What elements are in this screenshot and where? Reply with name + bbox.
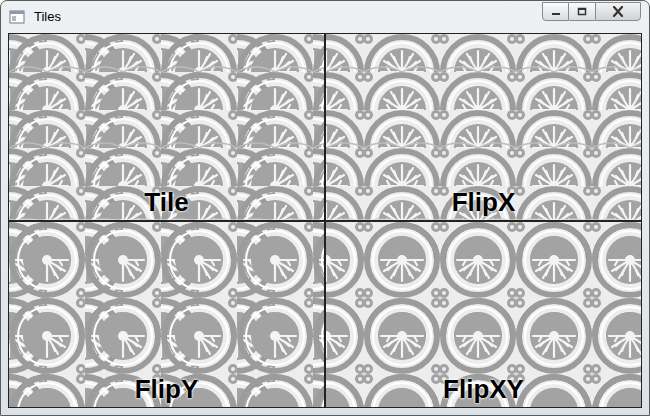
maximize-button[interactable] xyxy=(569,2,595,21)
window-title: Tiles xyxy=(34,10,61,23)
tile-panel: FlipY xyxy=(9,222,324,408)
tile-label: FlipY xyxy=(9,373,324,405)
tile-panel: FlipX xyxy=(326,34,641,220)
tile-grid: TileFlipX FlipYFlipXY xyxy=(8,33,642,408)
tile-panel: FlipXY xyxy=(326,222,641,408)
window: Tiles TileFlipX FlipYFlipXY xyxy=(0,0,650,416)
tile-label: Tile xyxy=(9,186,324,218)
close-icon xyxy=(612,6,624,17)
tile-label: FlipXY xyxy=(326,373,641,405)
close-button[interactable] xyxy=(595,2,641,21)
minimize-icon xyxy=(551,8,561,16)
minimize-button[interactable] xyxy=(542,2,569,21)
tile-panel: Tile xyxy=(9,34,324,220)
title-bar[interactable]: Tiles xyxy=(1,1,649,32)
tile-label: FlipX xyxy=(326,186,641,218)
app-icon xyxy=(9,9,25,25)
maximize-icon xyxy=(577,7,587,16)
